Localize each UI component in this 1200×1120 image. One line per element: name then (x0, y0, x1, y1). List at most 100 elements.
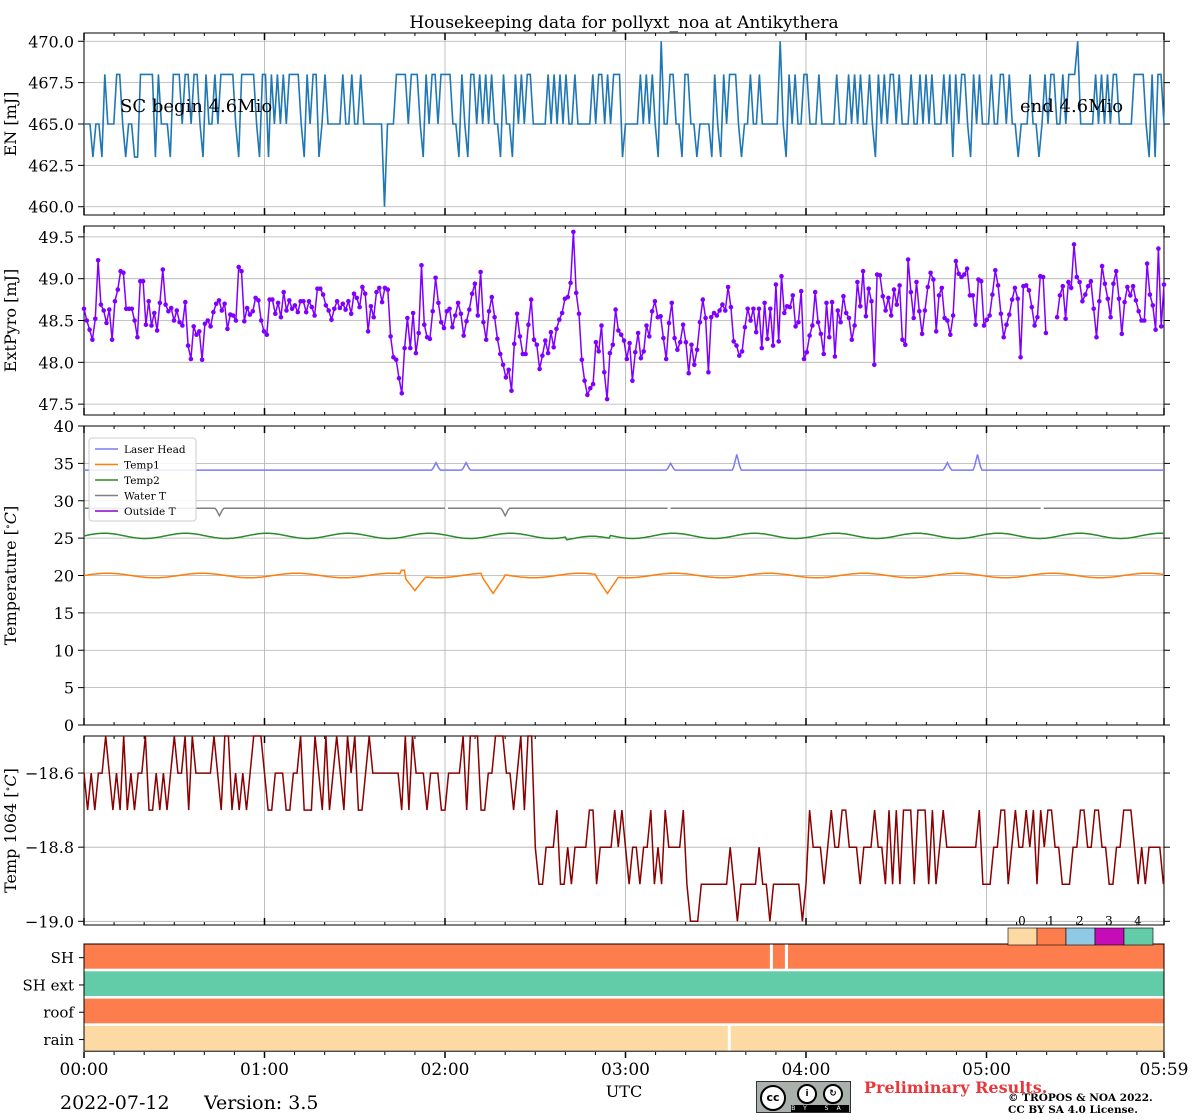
status-row-label: SH ext (23, 976, 75, 994)
extpyro-point (1161, 282, 1167, 287)
extpyro-point (503, 375, 509, 380)
extpyro-point (846, 315, 852, 321)
extpyro-point (1060, 283, 1066, 289)
extpyro-point (360, 284, 365, 290)
extpyro-point (922, 308, 928, 313)
extpyro-point (197, 329, 202, 334)
extpyro-point (104, 320, 109, 326)
extpyro-point (362, 291, 368, 297)
extpyro-point (801, 356, 807, 362)
extpyro-point (109, 337, 115, 343)
extpyro-point (1111, 281, 1116, 287)
extpyro-point (399, 391, 405, 396)
extpyro-point (897, 283, 902, 288)
extpyro-point (1054, 314, 1060, 320)
extpyro-point (838, 319, 843, 325)
extpyro-point (453, 313, 458, 318)
extpyro-point (514, 311, 520, 317)
extpyro-point (498, 351, 503, 357)
extpyro-point (725, 284, 731, 290)
extpyro-point (1102, 281, 1108, 287)
extpyro-point (1122, 299, 1127, 305)
extpyro-point (683, 339, 689, 345)
extpyro-point (995, 283, 1001, 288)
extpyro-point (635, 330, 641, 336)
copyright-line-2: CC BY SA 4.0 License. (1008, 1104, 1138, 1116)
extpyro-point (1108, 314, 1113, 320)
extpyro-point (557, 317, 562, 323)
extpyro-point (953, 258, 959, 264)
status-cell-sh-ext (84, 971, 1164, 996)
extpyro-point (306, 299, 312, 304)
extpyro-point (618, 332, 624, 338)
extpyro-point (98, 302, 104, 307)
extpyro-point (1074, 274, 1080, 280)
extpyro-point (326, 308, 332, 313)
extpyro-point (728, 304, 734, 310)
extpyro-point (180, 323, 185, 328)
extpyro-point (748, 318, 753, 323)
series-line-temp2 (83, 532, 1164, 541)
y-tick-label: 48.5 (38, 312, 74, 331)
y-tick-label: 467.5 (28, 74, 74, 93)
y-tick-label: 15 (54, 604, 74, 623)
extpyro-point (481, 319, 486, 325)
extpyro-point (585, 392, 590, 398)
extpyro-point (478, 269, 483, 275)
extpyro-point (433, 275, 438, 281)
extpyro-point (160, 267, 166, 272)
extpyro-point (1133, 298, 1139, 303)
extpyro-point (638, 355, 644, 361)
y-tick-label: 460.0 (28, 198, 74, 217)
x-tick-label: 03:00 (601, 1060, 650, 1080)
extpyro-point (534, 342, 540, 348)
extpyro-point (607, 350, 613, 356)
extpyro-point (1088, 278, 1094, 284)
extpyro-point (351, 291, 357, 297)
extpyro-point (582, 378, 587, 384)
extpyro-point (90, 337, 95, 343)
extpyro-point (528, 297, 534, 302)
extpyro-point (863, 314, 869, 319)
y-axis-label: ExtPyro [mJ] (1, 269, 20, 372)
x-tick-label: 01:00 (240, 1060, 289, 1080)
extpyro-point (188, 356, 194, 362)
extpyro-point (1128, 293, 1133, 298)
extpyro-point (292, 303, 298, 308)
status-legend-label: 4 (1134, 914, 1142, 928)
extpyro-point (208, 324, 213, 329)
legend-entry: Outside T (124, 506, 176, 518)
extpyro-point (807, 333, 812, 338)
extpyro-point (849, 337, 855, 343)
extpyro-point (652, 299, 658, 304)
extpyro-point (981, 323, 987, 328)
legend-entry: Temp1 (124, 460, 160, 472)
extpyro-point (1007, 312, 1012, 317)
extpyro-point (258, 318, 264, 323)
extpyro-point (925, 284, 931, 290)
extpyro-point (1068, 285, 1074, 291)
extpyro-point (427, 336, 433, 342)
y-tick-label: −18.8 (25, 838, 74, 857)
annotation-end: end 4.6Mio (1020, 96, 1123, 117)
extpyro-point (396, 375, 402, 381)
extpyro-point (500, 362, 506, 368)
legend-entry: Temp2 (124, 475, 160, 487)
extpyro-point (1116, 296, 1122, 302)
extpyro-point (829, 299, 835, 305)
extpyro-point (613, 307, 618, 312)
extpyro-point (309, 304, 315, 310)
extpyro-point (1099, 263, 1105, 269)
extpyro-point (703, 315, 708, 321)
extpyro-point (590, 381, 596, 387)
legend-entry: Laser Head (124, 444, 186, 456)
extpyro-point (1023, 283, 1029, 288)
extpyro-point (661, 335, 666, 341)
cc-by-sa-icon[interactable]: cc i ↻ BY SA (756, 1081, 851, 1113)
extpyro-point (658, 314, 663, 319)
y-tick-label: 47.5 (38, 395, 74, 414)
extpyro-point (475, 313, 481, 318)
extpyro-point (759, 345, 765, 351)
extpyro-point (393, 357, 399, 363)
extpyro-point (402, 345, 407, 351)
